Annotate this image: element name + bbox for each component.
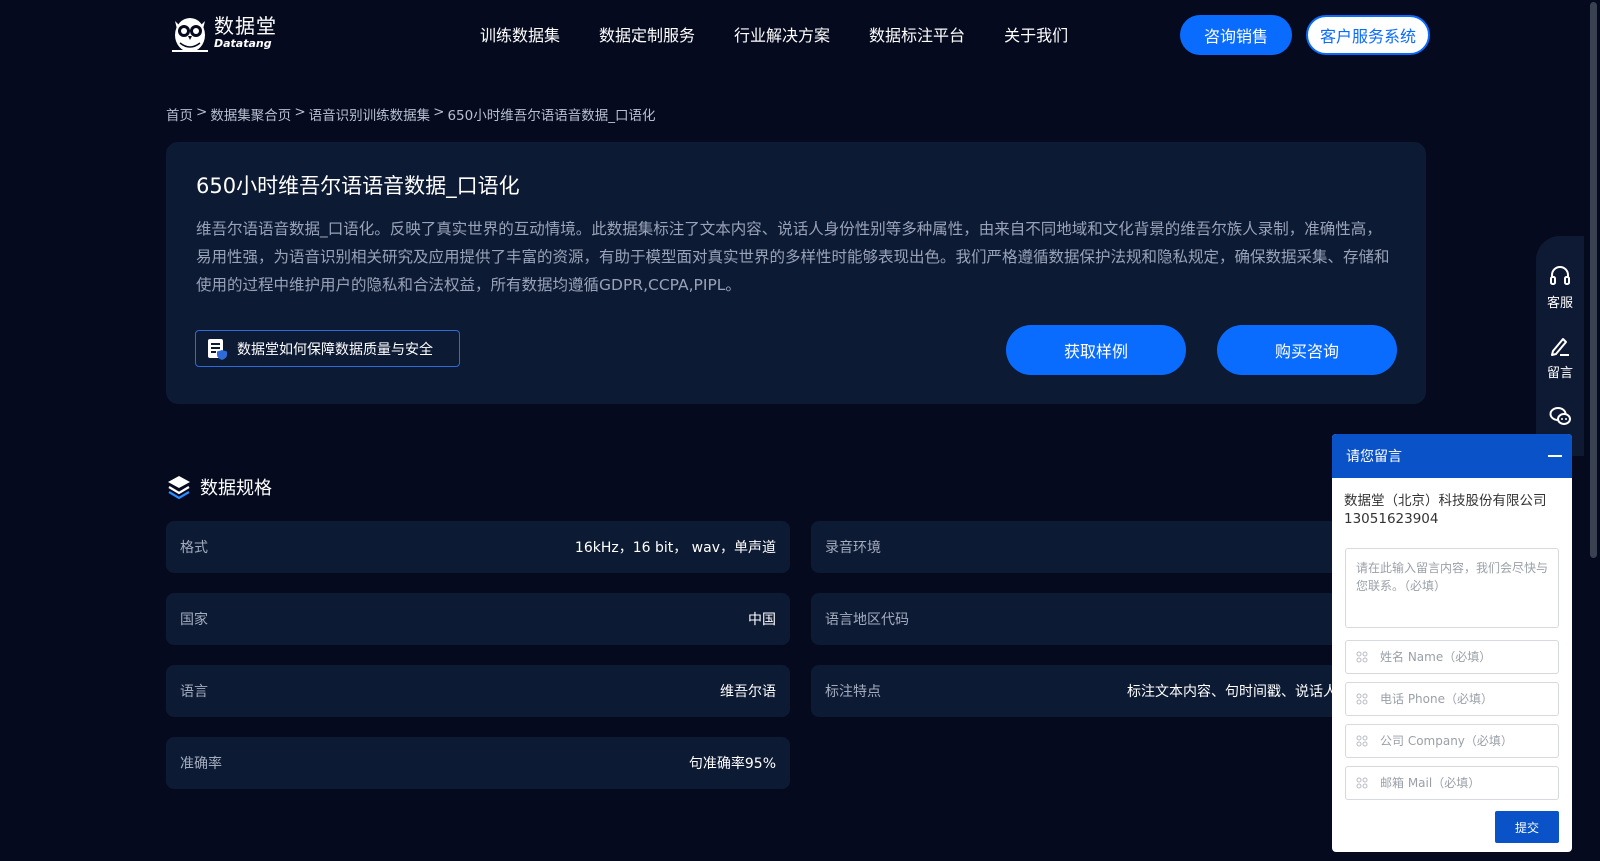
consult-sales-button[interactable]: 咨询销售 <box>1180 15 1292 55</box>
spec-language: 语言 维吾尔语 <box>166 665 790 717</box>
leave-message-panel: 请您留言 数据堂（北京）科技股份有限公司 13051623904 请在此输入留言… <box>1332 434 1572 852</box>
breadcrumb-separator: > <box>294 104 306 120</box>
breadcrumb-home[interactable]: 首页 <box>166 104 193 124</box>
spec-key: 标注特点 <box>825 684 881 700</box>
field-grid-icon <box>1356 777 1368 789</box>
datatang-logo[interactable]: 数据堂 Datatang <box>168 9 278 55</box>
toolbar-label: 留言 <box>1546 366 1573 381</box>
spec-key: 录音环境 <box>825 540 881 556</box>
owl-logo-icon <box>172 18 208 52</box>
toolbar-leave-message[interactable]: 留言 <box>1536 334 1584 381</box>
edit-pen-icon <box>1551 338 1569 356</box>
submit-button[interactable]: 提交 <box>1495 811 1559 843</box>
name-field[interactable] <box>1345 640 1559 674</box>
phone-input[interactable] <box>1380 692 1550 706</box>
nav-training-datasets[interactable]: 训练数据集 <box>480 22 560 46</box>
spec-value: 中国 <box>748 612 776 628</box>
company-field[interactable] <box>1345 724 1559 758</box>
field-grid-icon <box>1356 693 1368 705</box>
buy-consult-button[interactable]: 购买咨询 <box>1217 325 1397 375</box>
spec-locale-code: 语言地区代码 <box>811 593 1351 645</box>
headset-icon <box>1550 266 1570 285</box>
spec-key: 国家 <box>180 612 208 628</box>
scrollbar-thumb[interactable] <box>1590 2 1597 558</box>
spec-key: 语言 <box>180 684 208 700</box>
mail-input[interactable] <box>1380 776 1550 790</box>
phone-field[interactable] <box>1345 682 1559 716</box>
minimize-icon[interactable] <box>1548 449 1562 463</box>
field-grid-icon <box>1356 651 1368 663</box>
breadcrumb-separator: > <box>433 104 445 120</box>
toolbar-customer-service[interactable]: 客服 <box>1536 264 1584 311</box>
spec-format: 格式 16kHz，16 bit， wav，单声道 <box>166 521 790 573</box>
spec-accuracy: 准确率 句准确率95% <box>166 737 790 789</box>
spec-heading-label: 数据规格 <box>200 478 272 499</box>
dataset-description: 维吾尔语语音数据_口语化。反映了真实世界的互动情境。此数据集标注了文本内容、说话… <box>196 220 1390 294</box>
message-panel-title: 请您留言 <box>1346 449 1402 465</box>
nav-industry-solutions[interactable]: 行业解决方案 <box>734 22 830 46</box>
dataset-hero-card: 650小时维吾尔语语音数据_口语化 维吾尔语语音数据_口语化。反映了真实世界的互… <box>166 142 1426 404</box>
breadcrumb-separator: > <box>196 104 208 120</box>
company-phone: 13051623904 <box>1344 511 1439 527</box>
spec-value: 句准确率95% <box>688 756 776 772</box>
document-shield-icon <box>208 338 227 360</box>
company-name: 数据堂（北京）科技股份有限公司 <box>1344 493 1547 509</box>
toolbar-label: 客服 <box>1546 296 1573 311</box>
message-textarea[interactable] <box>1345 548 1559 628</box>
spec-value: 维吾尔语 <box>720 684 776 700</box>
field-grid-icon <box>1356 735 1368 747</box>
quality-security-label: 数据堂如何保障数据质量与安全 <box>237 341 433 358</box>
mail-field[interactable] <box>1345 766 1559 800</box>
breadcrumb-current: 650小时维吾尔语语音数据_口语化 <box>447 108 656 124</box>
nav-about-us[interactable]: 关于我们 <box>1004 22 1068 46</box>
spec-value: 16kHz，16 bit， wav，单声道 <box>574 540 776 556</box>
breadcrumb-speech-datasets[interactable]: 语音识别训练数据集 <box>309 104 431 124</box>
quality-security-link[interactable]: 数据堂如何保障数据质量与安全 <box>195 330 460 367</box>
spec-annotation-features: 标注特点 标注文本内容、句时间戳、说话人 <box>811 665 1351 717</box>
layers-icon <box>168 476 190 500</box>
page-title: 650小时维吾尔语语音数据_口语化 <box>196 174 520 198</box>
breadcrumb-dataset-hub[interactable]: 数据集聚合页 <box>210 104 291 124</box>
main-nav: 训练数据集 数据定制服务 行业解决方案 数据标注平台 关于我们 <box>480 22 1107 46</box>
get-sample-button[interactable]: 获取样例 <box>1006 325 1186 375</box>
spec-key: 准确率 <box>180 756 222 772</box>
spec-key: 语言地区代码 <box>825 612 909 628</box>
spec-country: 国家 中国 <box>166 593 790 645</box>
message-panel-header: 请您留言 <box>1332 434 1572 478</box>
logo-text: 数据堂 Datatang <box>214 16 277 49</box>
page-scrollbar[interactable] <box>1588 0 1600 861</box>
spec-recording-environment: 录音环境 <box>811 521 1351 573</box>
spec-key: 格式 <box>180 540 208 556</box>
company-input[interactable] <box>1380 734 1550 748</box>
spec-heading: 数据规格 <box>166 474 272 500</box>
nav-data-customization[interactable]: 数据定制服务 <box>599 22 695 46</box>
company-info: 数据堂（北京）科技股份有限公司 13051623904 <box>1344 492 1547 528</box>
logo-chinese-name: 数据堂 <box>214 13 277 38</box>
wechat-icon <box>1549 407 1571 425</box>
breadcrumb: 首页 > 数据集聚合页 > 语音识别训练数据集 > 650小时维吾尔语语音数据_… <box>166 104 655 124</box>
toolbar-wechat[interactable] <box>1536 404 1584 428</box>
name-input[interactable] <box>1380 650 1550 664</box>
nav-annotation-platform[interactable]: 数据标注平台 <box>869 22 965 46</box>
customer-service-button[interactable]: 客户服务系统 <box>1306 15 1430 55</box>
logo-english-name: Datatang <box>214 36 272 50</box>
spec-value: 标注文本内容、句时间戳、说话人 <box>1127 684 1337 700</box>
floating-toolbar: 客服 留言 <box>1536 236 1584 456</box>
